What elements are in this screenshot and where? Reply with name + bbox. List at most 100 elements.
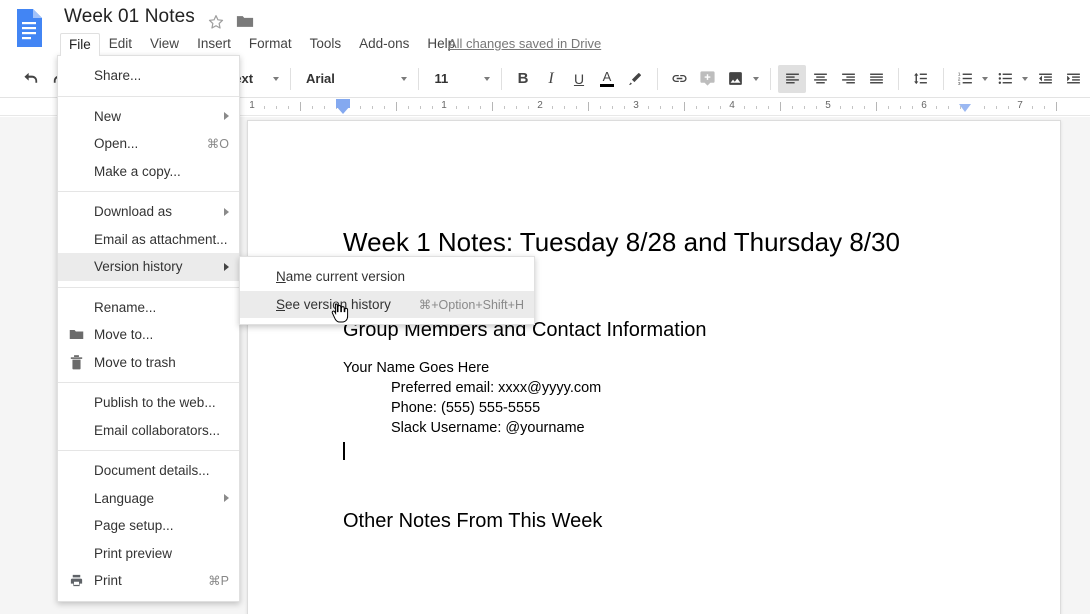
ruler-tick (720, 106, 721, 109)
file-menu-item-email-collaborators[interactable]: Email collaborators... (58, 417, 239, 445)
menu-view[interactable]: View (141, 33, 188, 55)
file-menu-item-print[interactable]: Print ⌘P (58, 567, 239, 595)
chevron-down-icon[interactable] (979, 65, 991, 93)
submenu-item-name-current-version[interactable]: Name current version (240, 263, 534, 291)
align-right-icon[interactable] (834, 65, 862, 93)
menu-addons[interactable]: Add-ons (350, 33, 418, 55)
ruler-tick (660, 106, 661, 109)
file-menu-item-label: New (94, 108, 122, 124)
submenu-item-see-version-history[interactable]: See version history ⌘+Option+Shift+H (240, 290, 534, 318)
link-icon[interactable] (666, 65, 694, 93)
document-page[interactable]: Week 1 Notes: Tuesday 8/28 and Thursday … (247, 120, 1061, 614)
menu-format[interactable]: Format (240, 33, 301, 55)
file-menu-dropdown[interactable]: Share... New Open... ⌘O Make a copy... D… (57, 55, 240, 602)
text-color-button[interactable]: A (593, 65, 621, 93)
menu-edit[interactable]: Edit (100, 33, 141, 55)
ruler-number: 1 (441, 100, 447, 111)
bold-button[interactable]: B (509, 65, 537, 93)
font-family-select[interactable]: Arial (298, 65, 398, 93)
align-justify-icon[interactable] (862, 65, 890, 93)
ruler-tick (996, 106, 997, 109)
font-size-select[interactable]: 11 (427, 65, 481, 93)
ruler-number: 1 (249, 100, 255, 111)
chevron-down-icon[interactable] (750, 65, 762, 93)
document-title[interactable]: Week 01 Notes (64, 6, 195, 28)
increase-indent-icon[interactable] (1059, 65, 1087, 93)
file-menu-item-label: Open... (94, 136, 139, 152)
file-menu-item-language[interactable]: Language (58, 485, 239, 513)
left-indent-marker[interactable] (336, 106, 350, 114)
ruler-tick (528, 106, 529, 109)
line-spacing-icon[interactable] (907, 65, 935, 93)
menu-divider (58, 450, 239, 451)
menu-divider (58, 191, 239, 192)
ruler-number: 2 (537, 100, 543, 111)
file-menu-item-label: Make a copy... (94, 163, 181, 179)
ruler-number: 3 (633, 100, 639, 111)
file-menu-item-label: Language (94, 490, 155, 506)
ruler-tick (480, 106, 481, 109)
add-comment-icon[interactable] (694, 65, 722, 93)
file-menu-item-email-as-attachment[interactable]: Email as attachment... (58, 226, 239, 254)
ruler-tick (948, 106, 949, 109)
menu-tools[interactable]: Tools (301, 33, 351, 55)
submenu-item-mnemonic: S (276, 296, 286, 312)
chevron-down-icon[interactable] (481, 65, 493, 93)
file-menu-item-move-to-trash[interactable]: Move to trash (58, 349, 239, 377)
align-left-icon[interactable] (778, 64, 806, 93)
underline-button[interactable]: U (565, 65, 593, 93)
chevron-down-icon[interactable] (398, 65, 410, 93)
file-menu-item-page-setup[interactable]: Page setup... (58, 512, 239, 540)
right-indent-marker[interactable] (959, 104, 971, 112)
menu-divider (58, 286, 239, 288)
file-menu-item-move-to[interactable]: Move to... (58, 321, 239, 349)
font-family-value: Arial (306, 71, 335, 86)
bulleted-list-icon[interactable] (991, 65, 1019, 93)
menu-insert[interactable]: Insert (188, 33, 240, 55)
ruler-number: 4 (729, 100, 735, 111)
ruler-tick (1008, 106, 1009, 109)
highlight-pen-icon[interactable] (621, 65, 649, 93)
menu-divider (58, 382, 239, 383)
text-color-label: A (602, 69, 612, 84)
google-docs-icon[interactable] (14, 8, 44, 48)
ruler-track[interactable]: 1 1 2 3 4 5 6 7 (247, 98, 1062, 115)
file-menu-item-open[interactable]: Open... ⌘O (58, 130, 239, 158)
move-to-folder-icon[interactable] (236, 14, 254, 29)
chevron-down-icon[interactable] (1019, 65, 1031, 93)
insert-image-icon[interactable] (722, 65, 750, 93)
menu-file[interactable]: File (60, 32, 100, 56)
file-menu-item-label: Move to trash (94, 354, 176, 370)
print-icon (68, 573, 84, 589)
file-menu-item-download-as[interactable]: Download as (58, 198, 239, 226)
decrease-indent-icon[interactable] (1031, 65, 1059, 93)
ruler-tick (888, 106, 889, 109)
numbered-list-icon[interactable]: 1 2 3 (951, 65, 979, 93)
file-menu-item-make-a-copy[interactable]: Make a copy... (58, 158, 239, 186)
contact-email-line: Preferred email: xxxx@yyyy.com (391, 379, 602, 396)
file-menu-item-share[interactable]: Share... (58, 62, 239, 90)
file-menu-item-new[interactable]: New (58, 103, 239, 131)
ruler-tick (804, 106, 805, 109)
version-history-submenu[interactable]: Name current version See version history… (239, 256, 535, 325)
contact-phone-line: Phone: (555) 555-5555 (391, 399, 541, 416)
italic-button[interactable]: I (537, 65, 565, 93)
chevron-down-icon[interactable] (270, 65, 282, 93)
file-menu-item-publish-to-web[interactable]: Publish to the web... (58, 389, 239, 417)
ruler-tick (840, 106, 841, 109)
file-menu-item-print-preview[interactable]: Print preview (58, 540, 239, 568)
submenu-item-mnemonic: N (276, 269, 286, 285)
ruler-tick (900, 106, 901, 109)
save-status[interactable]: All changes saved in Drive (448, 36, 601, 51)
align-center-icon[interactable] (806, 65, 834, 93)
star-outline-icon[interactable] (207, 13, 225, 31)
ruler-tick (264, 106, 265, 109)
file-menu-item-document-details[interactable]: Document details... (58, 457, 239, 485)
pointing-hand-cursor (331, 303, 349, 323)
ruler-tick (408, 106, 409, 109)
file-menu-item-version-history[interactable]: Version history (58, 253, 239, 281)
undo-icon[interactable] (17, 65, 45, 93)
file-menu-item-rename[interactable]: Rename... (58, 294, 239, 322)
ruler-tick (504, 106, 505, 109)
ruler-tick (780, 102, 781, 111)
